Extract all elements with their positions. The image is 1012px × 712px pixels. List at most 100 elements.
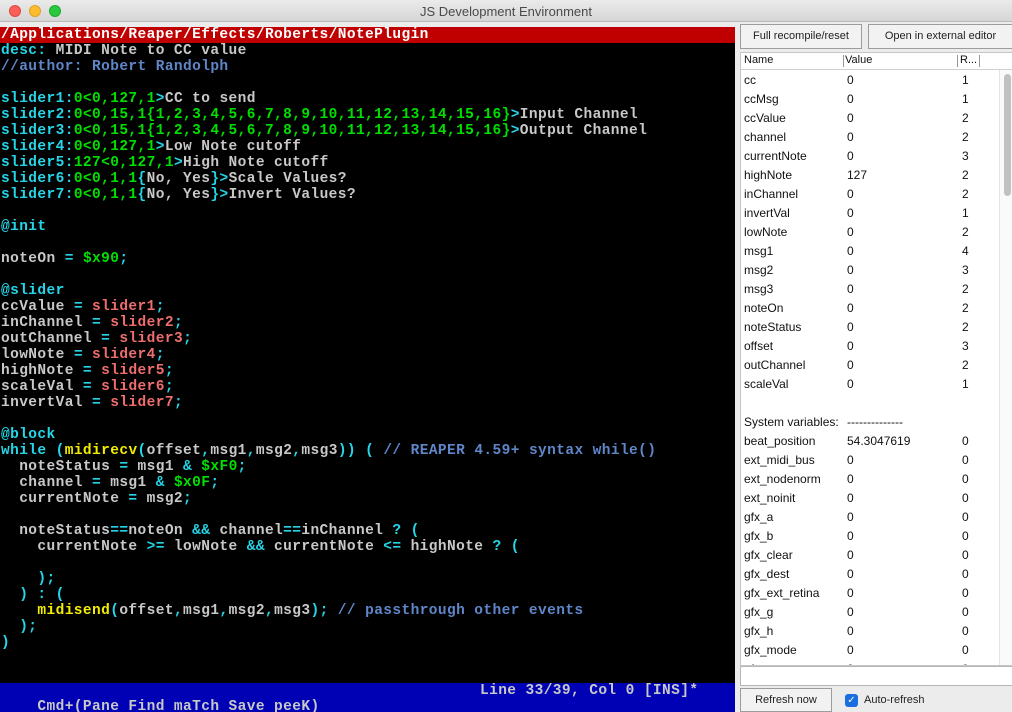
code-line[interactable]: currentNote = msg2; xyxy=(0,491,735,507)
variable-row[interactable]: gfx_dest 0 0 xyxy=(741,564,999,583)
full-recompile-button[interactable]: Full recompile/reset xyxy=(740,24,862,49)
variable-row[interactable]: noteOn 0 2 xyxy=(741,298,999,317)
variable-row[interactable]: cc 0 1 xyxy=(741,70,999,89)
code-line[interactable] xyxy=(0,235,735,251)
code-editor[interactable]: /Applications/Reaper/Effects/Roberts/Not… xyxy=(0,27,735,712)
variable-row[interactable]: channel 0 2 xyxy=(741,127,999,146)
code-line[interactable]: @slider xyxy=(0,283,735,299)
code-line[interactable]: noteStatus = msg1 & $xF0; xyxy=(0,459,735,475)
code-line[interactable]: noteOn = $x90; xyxy=(0,251,735,267)
variable-row[interactable]: ccMsg 0 1 xyxy=(741,89,999,108)
variable-row[interactable]: outChannel 0 2 xyxy=(741,355,999,374)
variable-row[interactable]: ext_midi_bus 0 0 xyxy=(741,450,999,469)
variable-row[interactable]: lowNote 0 2 xyxy=(741,222,999,241)
variable-row[interactable]: currentNote 0 3 xyxy=(741,146,999,165)
code-token: = xyxy=(82,379,93,395)
variable-row[interactable]: gfx_g 0 0 xyxy=(741,602,999,621)
variable-name: gfx_h xyxy=(744,624,774,638)
scrollbar-thumb[interactable] xyxy=(1004,74,1011,196)
code-line[interactable]: channel = msg1 & $x0F; xyxy=(0,475,735,491)
variables-scrollbar[interactable] xyxy=(999,70,1012,665)
auto-refresh-label: Auto-refresh xyxy=(864,694,925,706)
variable-row[interactable]: invertVal 0 1 xyxy=(741,203,999,222)
variable-row[interactable]: msg1 0 4 xyxy=(741,241,999,260)
variable-row[interactable] xyxy=(741,393,999,412)
code-line[interactable] xyxy=(0,507,735,523)
variable-row[interactable]: gfx_ext_retina 0 0 xyxy=(741,583,999,602)
refresh-now-button[interactable]: Refresh now xyxy=(740,688,832,712)
variable-row[interactable]: System variables: -------------- xyxy=(741,412,999,431)
variable-row[interactable]: gfx_clear 0 0 xyxy=(741,545,999,564)
code-token: High Note cutoff xyxy=(183,155,329,171)
variable-value: 0 xyxy=(847,92,854,106)
code-token: msg1 xyxy=(210,443,247,459)
code-line[interactable]: slider6:0<0,1,1{No, Yes}>Scale Values? xyxy=(0,171,735,187)
variable-row[interactable]: gfx_a 0 0 xyxy=(741,507,999,526)
code-line[interactable]: midisend(offset,msg1,msg2,msg3); // pass… xyxy=(0,603,735,619)
variable-row[interactable]: gfx_mode 0 0 xyxy=(741,640,999,659)
code-line[interactable] xyxy=(0,411,735,427)
code-line[interactable]: slider3:0<0,15,1{1,2,3,4,5,6,7,8,9,10,11… xyxy=(0,123,735,139)
variable-row[interactable]: gfx_h 0 0 xyxy=(741,621,999,640)
checkmark-icon[interactable]: ✓ xyxy=(845,694,858,707)
variable-row[interactable]: noteStatus 0 2 xyxy=(741,317,999,336)
code-line[interactable]: @block xyxy=(0,427,735,443)
open-external-editor-button[interactable]: Open in external editor xyxy=(868,24,1012,49)
code-area[interactable]: desc: MIDI Note to CC value//author: Rob… xyxy=(0,43,735,651)
variable-row[interactable]: inChannel 0 2 xyxy=(741,184,999,203)
variable-row[interactable]: scaleVal 0 1 xyxy=(741,374,999,393)
variable-row[interactable]: msg2 0 3 xyxy=(741,260,999,279)
code-line[interactable]: highNote = slider5; xyxy=(0,363,735,379)
column-header-refs[interactable]: R... xyxy=(960,54,977,66)
code-line[interactable]: currentNote >= lowNote && currentNote <=… xyxy=(0,539,735,555)
code-line[interactable]: desc: MIDI Note to CC value xyxy=(0,43,735,59)
code-line[interactable]: invertVal = slider7; xyxy=(0,395,735,411)
code-line[interactable]: scaleVal = slider6; xyxy=(0,379,735,395)
variable-row[interactable]: msg3 0 2 xyxy=(741,279,999,298)
variable-row[interactable]: offset 0 3 xyxy=(741,336,999,355)
code-line[interactable]: @init xyxy=(0,219,735,235)
variable-row[interactable]: ext_noinit 0 0 xyxy=(741,488,999,507)
variable-value: 0 xyxy=(847,548,854,562)
code-token: MIDI Note to CC value xyxy=(46,43,247,59)
variable-row[interactable]: highNote 127 2 xyxy=(741,165,999,184)
column-divider[interactable] xyxy=(957,55,958,67)
column-header-name[interactable]: Name xyxy=(744,54,773,66)
variable-row[interactable]: ext_nodenorm 0 0 xyxy=(741,469,999,488)
code-line[interactable]: slider4:0<0,127,1>Low Note cutoff xyxy=(0,139,735,155)
variable-row[interactable]: beat_position 54.3047619 0 xyxy=(741,431,999,450)
column-divider[interactable] xyxy=(979,55,980,67)
code-line[interactable]: slider2:0<0,15,1{1,2,3,4,5,6,7,8,9,10,11… xyxy=(0,107,735,123)
variable-row[interactable]: gfx_b 0 0 xyxy=(741,526,999,545)
variable-refs: 0 xyxy=(962,548,969,562)
code-line[interactable] xyxy=(0,267,735,283)
code-line[interactable]: while (midirecv(offset,msg1,msg2,msg3)) … xyxy=(0,443,735,459)
code-line[interactable]: ) xyxy=(0,635,735,651)
code-line[interactable]: ); xyxy=(0,571,735,587)
code-line[interactable]: ccValue = slider1; xyxy=(0,299,735,315)
code-line[interactable]: slider7:0<0,1,1{No, Yes}>Invert Values? xyxy=(0,187,735,203)
variables-list[interactable]: Name Value R... cc 0 1 ccMsg 0 1 ccValue 0 2 chan… xyxy=(740,52,1012,666)
code-line[interactable]: ); xyxy=(0,619,735,635)
expression-input[interactable] xyxy=(740,666,1012,686)
code-token: slider3 xyxy=(119,331,184,347)
code-line[interactable]: slider1:0<0,127,1>CC to send xyxy=(0,91,735,107)
code-line[interactable]: outChannel = slider3; xyxy=(0,331,735,347)
code-line[interactable]: ) : ( xyxy=(0,587,735,603)
code-token: = xyxy=(64,251,74,267)
code-line[interactable] xyxy=(0,555,735,571)
code-line[interactable]: lowNote = slider4; xyxy=(0,347,735,363)
code-line[interactable]: inChannel = slider2; xyxy=(0,315,735,331)
code-line[interactable]: noteStatus==noteOn && channel==inChannel… xyxy=(0,523,735,539)
variable-row[interactable]: ccValue 0 2 xyxy=(741,108,999,127)
variable-row[interactable]: gfx_r00 xyxy=(741,659,999,665)
code-line[interactable] xyxy=(0,203,735,219)
column-divider[interactable] xyxy=(843,55,844,67)
code-line[interactable] xyxy=(0,75,735,91)
column-header-value[interactable]: Value xyxy=(845,54,872,66)
code-line[interactable]: slider5:127<0,127,1>High Note cutoff xyxy=(0,155,735,171)
variable-value: 127 xyxy=(847,168,868,182)
code-line[interactable]: //author: Robert Randolph xyxy=(0,59,735,75)
